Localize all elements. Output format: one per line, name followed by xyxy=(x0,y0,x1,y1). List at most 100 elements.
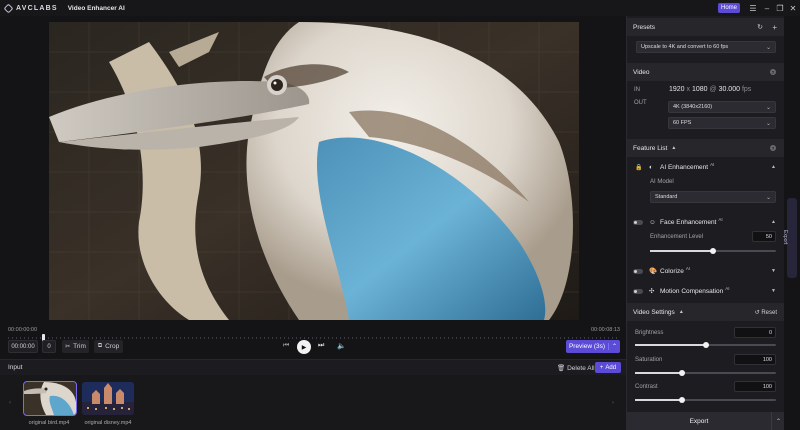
home-button[interactable]: Home xyxy=(718,3,740,13)
input-width: 1920 xyxy=(669,86,685,93)
menu-icon[interactable]: ☰ xyxy=(747,2,759,14)
next-frame-icon[interactable]: ⏭ xyxy=(318,342,324,350)
play-button[interactable]: ▶ xyxy=(297,340,311,354)
feature-list-header[interactable]: Feature List ▲ ? xyxy=(627,139,785,157)
ai-model-label: AI Model xyxy=(650,179,674,185)
colorize-toggle[interactable] xyxy=(633,268,643,274)
chevron-up-icon[interactable]: ⌃ xyxy=(608,343,620,350)
ai-enhancement-label: AI Enhancement AI xyxy=(660,162,715,172)
video-settings-header[interactable]: Video Settings ▲ ↺ Reset xyxy=(627,303,785,321)
scissors-icon: ✂ xyxy=(65,344,71,350)
delete-all-button[interactable]: 🗑 Delete All xyxy=(557,364,595,372)
timeline-end-time: 00:00:08:13 xyxy=(590,327,620,333)
volume-icon[interactable]: 🔈 xyxy=(337,342,346,350)
enhancement-level-field[interactable]: 50 xyxy=(752,231,776,242)
face-enhancement-label: Face Enhancement AI xyxy=(660,217,723,227)
chevron-down-icon[interactable]: ▼ xyxy=(771,268,776,274)
ai-badge: AI xyxy=(710,162,715,168)
add-button[interactable]: + Add xyxy=(595,362,621,373)
file-thumbnail[interactable] xyxy=(82,382,134,415)
player-area: 00:00:00:00 00:00:08:13 00:00:00 0 ✂ Trim… xyxy=(0,16,626,430)
input-spec: 1920 x 1080 @ 30.000 fps xyxy=(669,86,751,93)
collapse-icon[interactable]: ▲ xyxy=(671,145,676,151)
current-time-field[interactable]: 00:00:00 xyxy=(8,340,38,353)
disney-thumbnail-image xyxy=(82,382,134,415)
contrast-field[interactable]: 100 xyxy=(734,381,776,392)
brightness-slider[interactable] xyxy=(635,342,776,348)
feature-colorize[interactable]: 🎨 Colorize AI ▼ xyxy=(627,262,785,280)
input-title: Input xyxy=(8,364,23,371)
video-preview xyxy=(49,22,579,320)
lock-icon: 🔒 xyxy=(635,164,643,171)
title-bar: AVCLABS Video Enhancer AI Home ☰ – ❐ ✕ xyxy=(0,0,800,16)
chevron-down-icon: ⌄ xyxy=(765,44,771,51)
crop-label: Crop xyxy=(105,343,120,350)
video-title: Video xyxy=(633,68,650,76)
chevron-up-icon[interactable]: ▲ xyxy=(771,219,776,225)
help-icon[interactable]: ? xyxy=(770,69,776,75)
feature-ai-enhancement[interactable]: 🔒 ◐ AI Enhancement AI ▲ xyxy=(627,158,785,176)
player-controls: 00:00:00 0 ✂ Trim ⧉ Crop ⏮ ▶ ⏭ 🔈 Preview (… xyxy=(0,337,626,357)
motion-compensation-label: Motion Compensation AI xyxy=(660,286,730,296)
delete-all-label: Delete All xyxy=(567,365,595,372)
slider-handle[interactable] xyxy=(710,248,716,254)
input-fps: 30.000 xyxy=(718,86,740,93)
refresh-icon[interactable]: ↻ xyxy=(757,23,763,31)
slider-handle[interactable] xyxy=(678,397,685,403)
contrast-icon: ◐ xyxy=(649,163,653,171)
chevron-up-icon[interactable]: ⌃ xyxy=(771,412,785,430)
frame-field[interactable]: 0 xyxy=(42,340,56,353)
feature-face-enhancement[interactable]: ☺ Face Enhancement AI ▲ xyxy=(627,213,785,231)
slider-fill xyxy=(635,399,682,401)
at-separator: @ xyxy=(709,86,717,93)
saturation-slider[interactable] xyxy=(635,370,776,376)
chevron-down-icon[interactable]: ▼ xyxy=(771,288,776,294)
slider-handle[interactable] xyxy=(702,342,709,348)
preset-select[interactable]: Upscale to 4K and convert to 60 fps ⌄ xyxy=(636,41,776,53)
saturation-label: Saturation xyxy=(635,357,663,363)
ai-badge: AI xyxy=(685,266,691,272)
output-resolution-select[interactable]: 4K (3840x2160) ⌄ xyxy=(668,101,776,113)
collapse-icon[interactable]: ▲ xyxy=(679,309,684,315)
trim-button[interactable]: ✂ Trim xyxy=(62,340,89,353)
help-icon[interactable]: ? xyxy=(770,145,776,151)
slider-fill xyxy=(635,344,706,346)
crop-button[interactable]: ⧉ Crop xyxy=(94,340,123,353)
input-height: 1080 xyxy=(691,86,708,93)
slider-handle[interactable] xyxy=(678,370,685,376)
presets-header: Presets ↻ + xyxy=(627,18,785,36)
export-button[interactable]: Export ⌃ xyxy=(627,412,785,430)
export-side-tab[interactable]: Export xyxy=(782,198,797,278)
motion-compensation-toggle[interactable] xyxy=(633,288,643,294)
previous-frame-icon[interactable]: ⏮ xyxy=(283,342,289,350)
face-enhancement-toggle[interactable] xyxy=(633,219,643,225)
contrast-slider[interactable] xyxy=(635,397,776,403)
logo-icon xyxy=(3,3,14,13)
reset-button[interactable]: ↺ Reset xyxy=(755,309,777,316)
brightness-field[interactable]: 0 xyxy=(734,327,776,338)
slider-fill xyxy=(650,250,713,252)
play-icon: ▶ xyxy=(301,344,307,351)
chevron-up-icon[interactable]: ▲ xyxy=(771,164,776,170)
plus-icon[interactable]: + xyxy=(772,23,777,32)
close-icon[interactable]: ✕ xyxy=(787,2,799,14)
preview-button[interactable]: Preview (3s) ⌃ xyxy=(566,340,620,353)
file-thumbnail[interactable] xyxy=(23,381,77,416)
ai-model-select[interactable]: Standard ⌄ xyxy=(650,191,776,203)
enhancement-level-slider[interactable] xyxy=(650,248,776,254)
minimize-icon[interactable]: – xyxy=(761,2,773,14)
scroll-right-icon[interactable]: › xyxy=(612,400,614,406)
video-header: Video ? xyxy=(627,63,785,81)
feature-list-title: Feature List xyxy=(633,144,668,152)
motion-icon: ✣ xyxy=(649,288,655,295)
input-panel: Input 🗑 Delete All + Add ‹ original bird… xyxy=(0,359,626,430)
enhancement-level-label: Enhancement Level xyxy=(650,234,704,240)
scroll-left-icon[interactable]: ‹ xyxy=(9,400,11,406)
restore-icon[interactable]: ❐ xyxy=(774,2,786,14)
app-title: Video Enhancer AI xyxy=(67,4,125,12)
saturation-field[interactable]: 100 xyxy=(734,354,776,365)
output-fps-select[interactable]: 60 FPS ⌄ xyxy=(668,117,776,129)
input-header: Input 🗑 Delete All + Add xyxy=(0,360,626,375)
feature-motion-compensation[interactable]: ✣ Motion Compensation AI ▼ xyxy=(627,282,785,300)
preset-value: Upscale to 4K and convert to 60 fps xyxy=(641,44,729,50)
